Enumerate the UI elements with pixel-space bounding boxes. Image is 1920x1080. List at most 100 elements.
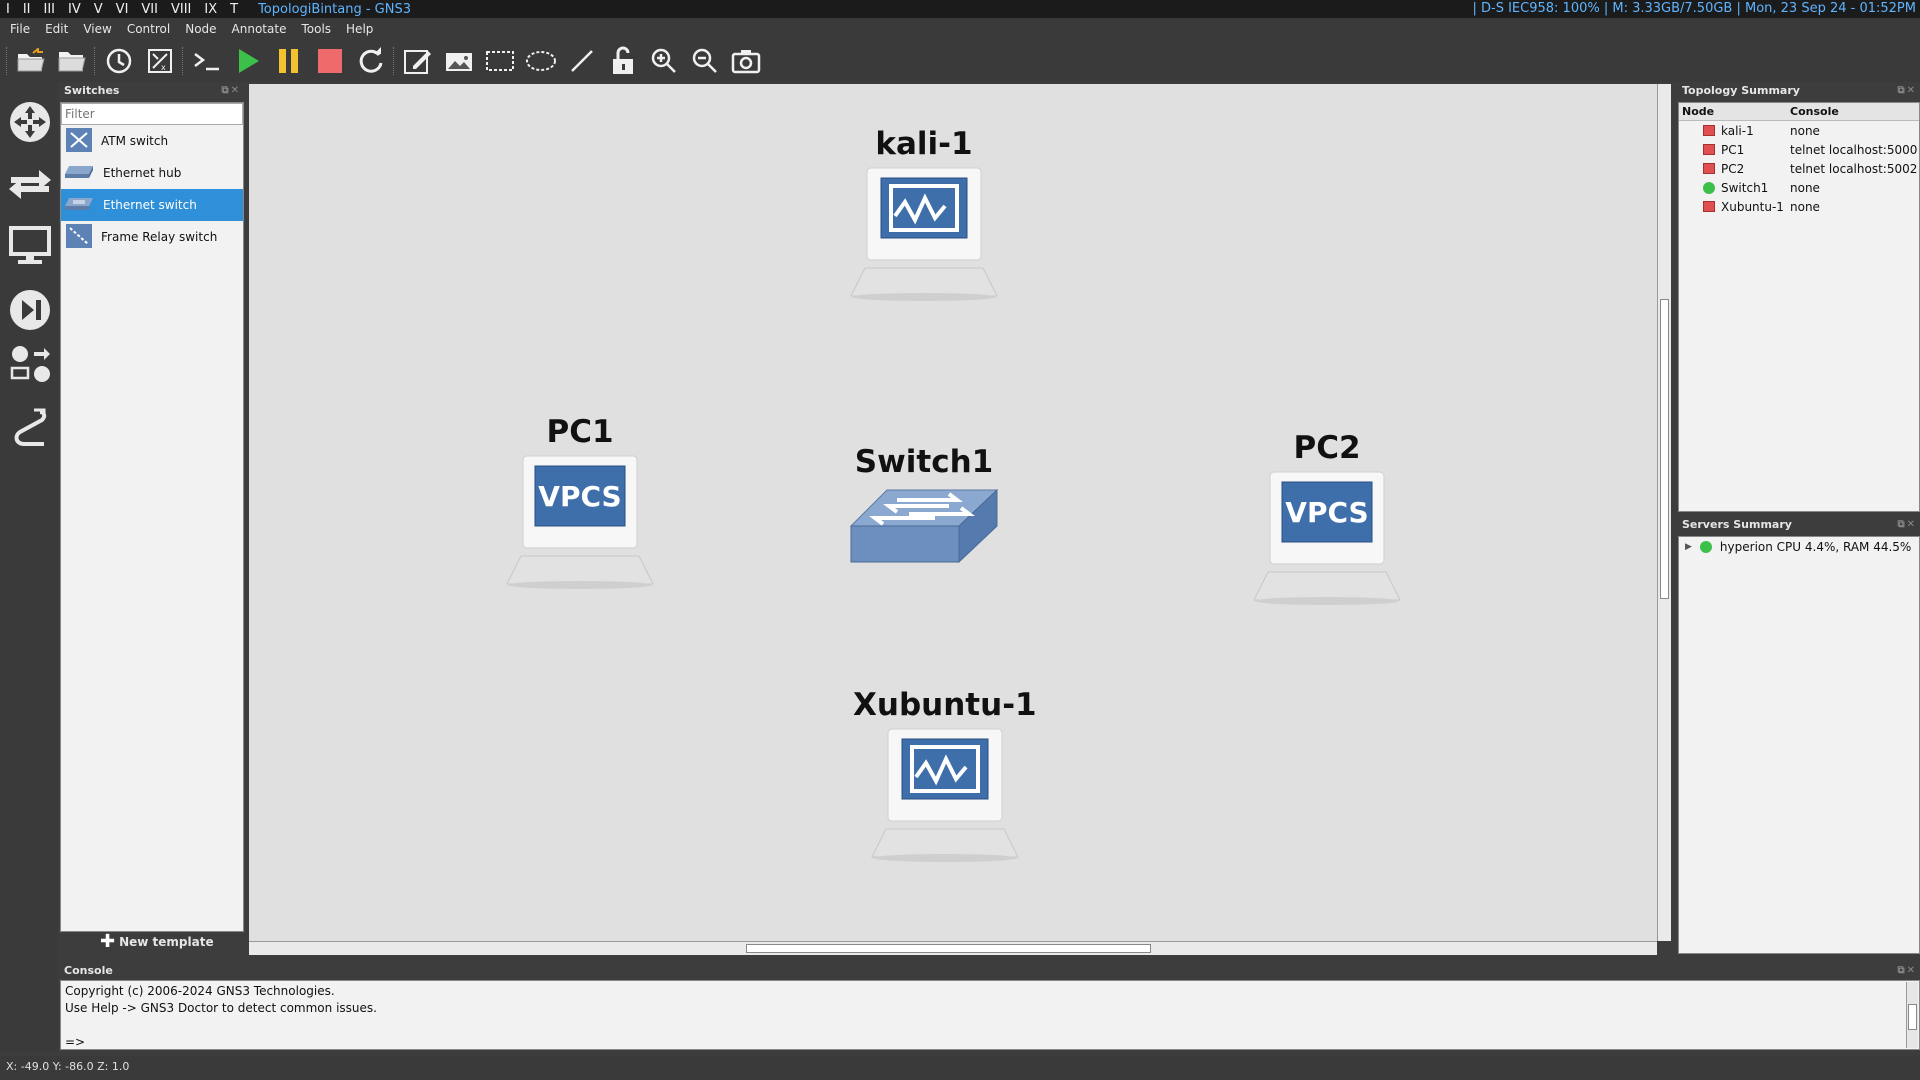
node-pc1[interactable]: PC1 VPCS	[505, 414, 655, 590]
atm-switch-icon	[65, 127, 93, 156]
menu-help[interactable]: Help	[346, 22, 373, 36]
workspace-10[interactable]: T	[230, 2, 238, 17]
device-type-strip	[0, 82, 58, 1052]
main-toolbar: x	[0, 40, 1920, 82]
menu-annotate[interactable]: Annotate	[232, 22, 287, 36]
expand-arrow-icon[interactable]: ▶	[1685, 542, 1692, 552]
topology-canvas[interactable]: kali-1 PC1 VPCS Switch1 PC2 VPCS Xubuntu…	[249, 84, 1657, 941]
workspace-9[interactable]: IX	[204, 2, 217, 17]
template-label: Ethernet switch	[103, 198, 197, 212]
server-row[interactable]: ▶ hyperion CPU 4.4%, RAM 44.5%	[1679, 537, 1919, 556]
topology-summary-title: Topology Summary ⧉✕	[1678, 82, 1920, 100]
zoom-in-icon[interactable]	[643, 43, 684, 79]
menu-control[interactable]: Control	[127, 22, 170, 36]
show-interface-labels-icon[interactable]: x	[139, 43, 180, 79]
console-output[interactable]: Copyright (c) 2006-2024 GNS3 Technologie…	[60, 980, 1920, 1050]
filter-input[interactable]	[61, 103, 243, 125]
table-row[interactable]: Xubuntu-1 none	[1679, 197, 1919, 216]
console-cell: telnet localhost:5000	[1790, 142, 1918, 157]
dock-float-close-icon[interactable]: ⧉✕	[221, 82, 241, 100]
all-devices-category-icon[interactable]	[4, 344, 56, 384]
system-top-bar: I II III IV V VI VII VIII IX T TopologiB…	[0, 0, 1920, 18]
canvas-horizontal-scrollbar[interactable]	[249, 941, 1657, 955]
toolbar-separator	[94, 47, 96, 75]
add-link-icon[interactable]	[4, 402, 56, 454]
suspend-all-icon[interactable]	[268, 43, 309, 79]
workspace-7[interactable]: VII	[141, 2, 158, 17]
template-ethernet-switch[interactable]: Ethernet switch	[61, 189, 243, 221]
workspace-6[interactable]: VI	[116, 2, 129, 17]
vpcs-computer-icon: VPCS	[506, 455, 654, 589]
workspace-8[interactable]: VIII	[171, 2, 191, 17]
draw-ellipse-icon[interactable]	[520, 43, 561, 79]
insert-image-icon[interactable]	[438, 43, 479, 79]
table-row[interactable]: Switch1 none	[1679, 178, 1919, 197]
snapshot-clock-icon[interactable]	[98, 43, 139, 79]
dock-float-close-icon[interactable]: ⧉✕	[1897, 516, 1917, 534]
console-scroll-thumb[interactable]	[1908, 1004, 1917, 1030]
menu-edit[interactable]: Edit	[45, 22, 68, 36]
screenshot-icon[interactable]	[725, 43, 766, 79]
switches-category-icon[interactable]	[4, 158, 56, 210]
node-kali-1[interactable]: kali-1	[849, 126, 999, 302]
start-all-icon[interactable]	[227, 43, 268, 79]
switches-dock-title-text: Switches	[64, 84, 120, 97]
reload-all-icon[interactable]	[350, 43, 391, 79]
node-label: PC1	[546, 414, 614, 450]
console-all-icon[interactable]	[186, 43, 227, 79]
routers-category-icon[interactable]	[4, 96, 56, 148]
dock-float-close-icon[interactable]: ⧉✕	[1897, 962, 1917, 980]
template-frame-relay-switch[interactable]: Frame Relay switch	[61, 221, 243, 253]
menu-tools[interactable]: Tools	[301, 22, 331, 36]
workspace-1[interactable]: I	[6, 2, 10, 17]
stopped-status-icon	[1703, 144, 1715, 155]
vm-computer-icon	[871, 728, 1019, 862]
console-prompt[interactable]: =>	[65, 1034, 1915, 1051]
workspace-5[interactable]: V	[94, 2, 103, 17]
table-row[interactable]: PC1 telnet localhost:5000	[1679, 140, 1919, 159]
open-project-icon[interactable]	[10, 43, 51, 79]
open-folder-icon[interactable]	[51, 43, 92, 79]
console-line: Use Help -> GNS3 Doctor to detect common…	[65, 1001, 377, 1015]
canvas-vertical-scrollbar[interactable]	[1657, 84, 1671, 941]
dock-float-close-icon[interactable]: ⧉✕	[1897, 82, 1917, 100]
workspace-2[interactable]: II	[23, 2, 31, 17]
menu-view[interactable]: View	[83, 22, 111, 36]
zoom-out-icon[interactable]	[684, 43, 725, 79]
table-row[interactable]: kali-1 none	[1679, 121, 1919, 140]
console-line: Copyright (c) 2006-2024 GNS3 Technologie…	[65, 984, 335, 998]
vertical-scroll-thumb[interactable]	[1660, 299, 1669, 599]
draw-line-icon[interactable]	[561, 43, 602, 79]
table-header: Node Console	[1679, 103, 1919, 121]
table-row[interactable]: PC2 telnet localhost:5002	[1679, 159, 1919, 178]
console-scrollbar[interactable]	[1906, 982, 1918, 1048]
menu-file[interactable]: File	[10, 22, 30, 36]
end-devices-category-icon[interactable]	[4, 220, 56, 272]
plus-icon: ✚	[100, 931, 116, 952]
servers-summary-dock: Servers Summary ⧉✕ ▶ hyperion CPU 4.4%, R…	[1678, 516, 1920, 954]
stop-all-icon[interactable]	[309, 43, 350, 79]
workspace-4[interactable]: IV	[68, 2, 81, 17]
workspace-3[interactable]: III	[44, 2, 56, 17]
column-header-console[interactable]: Console	[1787, 105, 1839, 118]
template-ethernet-hub[interactable]: Ethernet hub	[61, 157, 243, 189]
switches-dock-title: Switches ⧉✕	[60, 82, 244, 100]
node-xubuntu-1[interactable]: Xubuntu-1	[853, 687, 1037, 863]
toolbar-separator	[6, 47, 8, 75]
menu-node[interactable]: Node	[185, 22, 216, 36]
toolbar-separator	[182, 47, 184, 75]
system-status: | D-S IEC958: 100% | M: 3.33GB/7.50GB | …	[1472, 1, 1917, 16]
template-atm-switch[interactable]: ATM switch	[61, 125, 243, 157]
draw-rectangle-icon[interactable]	[479, 43, 520, 79]
horizontal-scroll-thumb[interactable]	[746, 944, 1151, 953]
node-switch1[interactable]: Switch1	[849, 444, 999, 568]
node-name-cell: Switch1	[1721, 180, 1769, 195]
ethernet-switch-icon	[65, 196, 95, 215]
lock-icon[interactable]	[602, 43, 643, 79]
column-header-node[interactable]: Node	[1679, 105, 1787, 118]
add-note-icon[interactable]	[397, 43, 438, 79]
node-pc2[interactable]: PC2 VPCS	[1252, 430, 1402, 606]
new-template-button[interactable]: ✚ New template	[100, 931, 214, 952]
security-devices-category-icon[interactable]	[4, 284, 56, 336]
